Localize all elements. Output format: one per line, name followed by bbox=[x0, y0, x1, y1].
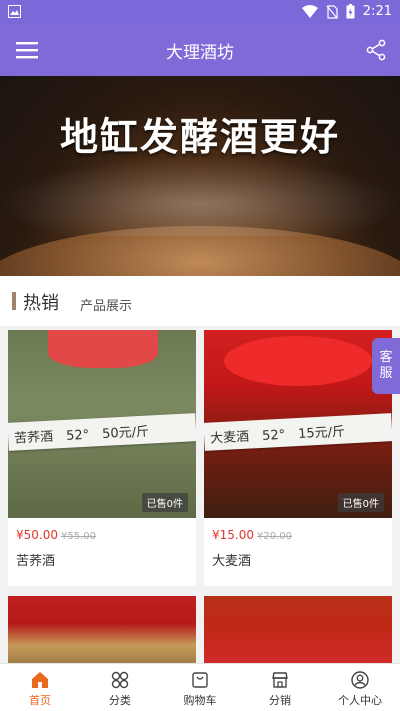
product-grid: 苦荞酒 52° 50元/斤 已售0件 ¥50.00 ¥55.00 苦荞酒 大麦酒 … bbox=[0, 326, 400, 666]
product-label-strip: 大麦酒 52° 15元/斤 bbox=[204, 413, 392, 451]
banner-steam bbox=[0, 156, 400, 236]
product-price: ¥15.00 bbox=[212, 528, 254, 542]
section-title: 热销 bbox=[23, 293, 59, 314]
section-accent-bar bbox=[12, 292, 16, 310]
product-old-price: ¥55.00 bbox=[61, 531, 96, 542]
app-bar: 大理酒坊 bbox=[0, 24, 400, 76]
section-subtitle: 产品展示 bbox=[80, 299, 133, 314]
tab-profile[interactable]: 个人中心 bbox=[320, 664, 400, 711]
store-icon bbox=[272, 672, 288, 688]
product-image bbox=[204, 596, 392, 666]
tab-label: 分类 bbox=[109, 694, 131, 707]
jar-cloth bbox=[48, 330, 158, 368]
user-icon bbox=[351, 671, 369, 689]
product-image: 苦荞酒 52° 50元/斤 已售0件 bbox=[8, 330, 196, 518]
no-sim-icon bbox=[326, 4, 338, 19]
tab-label: 购物车 bbox=[183, 694, 217, 707]
product-label-strip: 苦荞酒 52° 50元/斤 bbox=[8, 413, 196, 451]
product-card[interactable]: 大麦酒 52° 15元/斤 已售0件 ¥15.00 ¥20.00 大麦酒 bbox=[204, 330, 392, 586]
tab-home[interactable]: 首页 bbox=[0, 664, 80, 711]
product-old-price: ¥20.00 bbox=[257, 531, 292, 542]
share-icon[interactable] bbox=[364, 38, 388, 62]
tab-label: 个人中心 bbox=[338, 694, 382, 707]
tab-cart[interactable]: 购物车 bbox=[160, 664, 240, 711]
product-card[interactable] bbox=[204, 596, 392, 666]
customer-service-label-2: 服 bbox=[379, 366, 393, 381]
image-notification-icon bbox=[8, 5, 21, 18]
product-image: 大麦酒 52° 15元/斤 已售0件 bbox=[204, 330, 392, 518]
home-icon bbox=[32, 672, 48, 688]
sold-badge: 已售0件 bbox=[337, 493, 384, 512]
product-image bbox=[8, 596, 196, 666]
product-card[interactable]: 苦荞酒 52° 50元/斤 已售0件 ¥50.00 ¥55.00 苦荞酒 bbox=[8, 330, 196, 586]
cart-icon bbox=[192, 672, 208, 688]
product-card[interactable] bbox=[8, 596, 196, 666]
product-name: 苦荞酒 bbox=[16, 554, 56, 569]
category-icon bbox=[111, 671, 129, 689]
tab-label: 首页 bbox=[29, 694, 51, 707]
tab-label: 分销 bbox=[269, 694, 291, 707]
page-title: 大理酒坊 bbox=[166, 43, 234, 63]
tab-distribution[interactable]: 分销 bbox=[240, 664, 320, 711]
tab-category[interactable]: 分类 bbox=[80, 664, 160, 711]
sold-badge: 已售0件 bbox=[141, 493, 188, 512]
jar-lid bbox=[224, 336, 372, 386]
customer-service-button[interactable]: 客 服 bbox=[372, 338, 400, 394]
customer-service-label-1: 客 bbox=[379, 350, 393, 365]
banner-headline: 地缸发酵酒更好 bbox=[59, 115, 340, 159]
section-header: 热销 产品展示 bbox=[0, 276, 400, 326]
product-name: 大麦酒 bbox=[212, 554, 252, 569]
battery-charging-icon bbox=[346, 4, 355, 19]
banner[interactable]: 地缸发酵酒更好 bbox=[0, 76, 400, 276]
product-price: ¥50.00 bbox=[16, 528, 58, 542]
wifi-icon bbox=[301, 4, 318, 18]
product-price-row: ¥15.00 ¥20.00 bbox=[212, 528, 292, 542]
status-bar: 2:21 bbox=[0, 0, 400, 24]
product-price-row: ¥50.00 ¥55.00 bbox=[16, 528, 96, 542]
bottom-tab-bar: 首页 分类 购物车 分销 个人中心 bbox=[0, 663, 400, 711]
status-time: 2:21 bbox=[362, 4, 392, 19]
